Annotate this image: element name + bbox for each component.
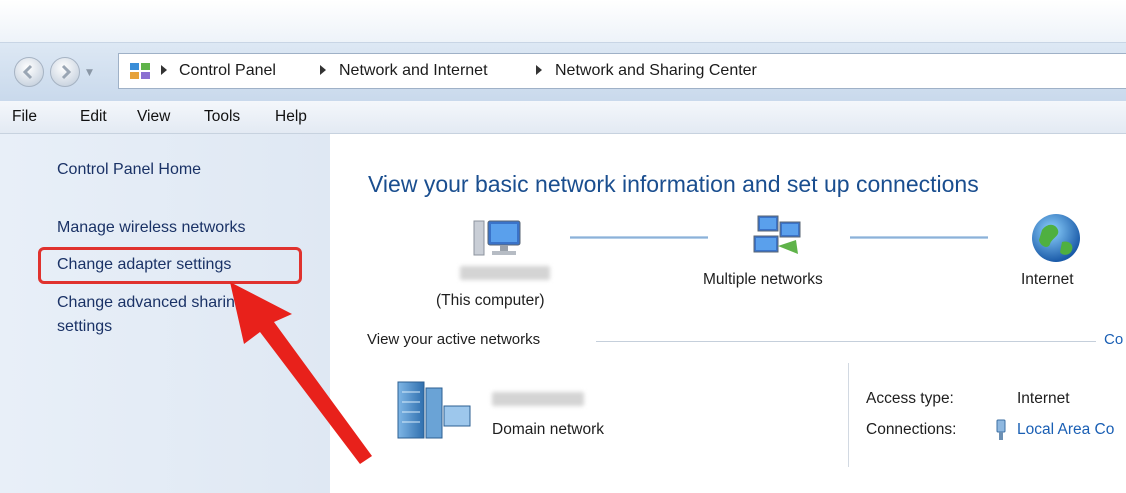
this-computer-label: (This computer): [436, 292, 545, 309]
active-networks-label: View your active networks: [367, 331, 541, 348]
ethernet-adapter-icon: [996, 419, 1006, 440]
access-type-value: Internet: [1017, 390, 1070, 407]
multiple-networks-label[interactable]: Multiple networks: [703, 271, 823, 289]
breadcrumb-control-panel[interactable]: Control Panel: [179, 62, 276, 80]
forward-arrow-icon: [61, 64, 72, 80]
computer-icon: [473, 220, 521, 256]
control-panel-icon: [130, 63, 150, 79]
back-arrow-icon: [22, 64, 33, 80]
annotation-arrow-icon: [230, 282, 372, 464]
address-bar-area: ▼ Control Panel Network and Internet Net…: [0, 42, 1126, 101]
internet-globe-icon: [1032, 214, 1080, 262]
breadcrumb-separator-icon: [161, 65, 167, 75]
menu-edit[interactable]: Edit: [80, 108, 107, 126]
vertical-divider: [848, 363, 849, 467]
recent-pages-dropdown[interactable]: ▼: [86, 68, 96, 78]
menu-tools[interactable]: Tools: [204, 108, 240, 126]
menu-file[interactable]: File: [12, 108, 37, 126]
connections-label: Connections:: [866, 421, 957, 438]
sidebar-item-manage-wireless-networks[interactable]: Manage wireless networks: [57, 219, 246, 237]
internet-connection-line: [850, 236, 988, 239]
network-name-redacted: [492, 392, 584, 406]
back-button[interactable]: [14, 57, 44, 87]
breadcrumb-separator-icon: [320, 65, 326, 75]
access-type-label: Access type:: [866, 390, 954, 407]
internet-label[interactable]: Internet: [1021, 271, 1074, 289]
sidebar-item-change-advanced-sharing-line2[interactable]: settings: [57, 318, 112, 336]
local-area-connection-link[interactable]: Local Area Co: [1017, 421, 1114, 439]
window-top-edge: [0, 0, 1126, 42]
computer-name-redacted: [460, 266, 550, 280]
breadcrumb-separator-icon: [536, 65, 542, 75]
page-title: View your basic network information and …: [368, 171, 979, 197]
section-divider: [596, 341, 1096, 342]
sidebar-item-control-panel-home[interactable]: Control Panel Home: [57, 161, 201, 179]
breadcrumb-network-and-sharing-center[interactable]: Network and Sharing Center: [555, 62, 757, 80]
menu-view[interactable]: View: [137, 108, 170, 126]
breadcrumb-network-and-internet[interactable]: Network and Internet: [339, 62, 488, 80]
domain-network-icon: [397, 381, 471, 439]
address-field[interactable]: Control Panel Network and Internet Netwo…: [118, 53, 1126, 89]
connect-disconnect-link[interactable]: Co: [1104, 331, 1123, 348]
network-connection-line: [570, 236, 708, 239]
forward-button[interactable]: [50, 57, 80, 87]
multiple-networks-icon: [753, 215, 801, 254]
domain-network-label: Domain network: [492, 421, 604, 438]
menu-help[interactable]: Help: [275, 108, 307, 126]
menu-bar: File Edit View Tools Help: [0, 101, 1126, 134]
